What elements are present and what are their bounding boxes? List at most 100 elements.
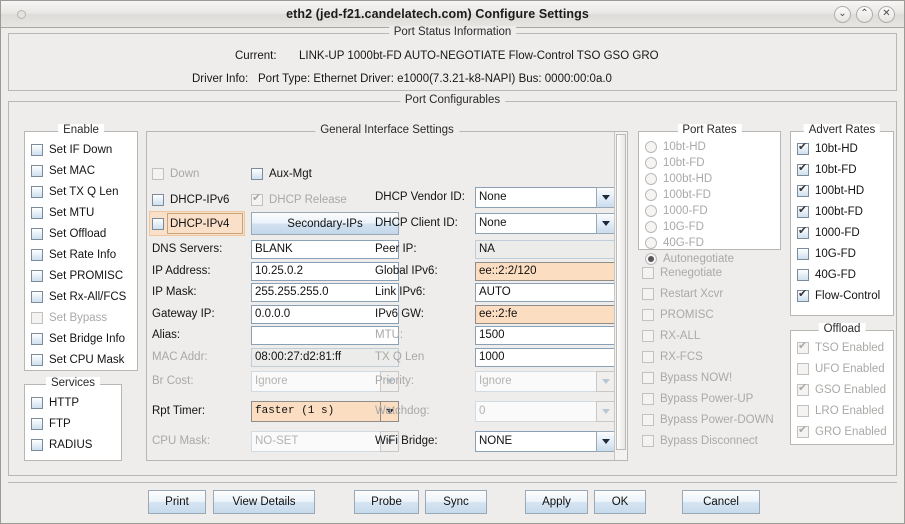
advert-item-100bt-fd[interactable]: 100bt-FD	[791, 201, 893, 222]
checkbox-icon[interactable]	[31, 269, 43, 282]
enable-item-set-promisc[interactable]: Set PROMISC	[25, 265, 137, 286]
port-rate-1000-fd[interactable]: 1000-FD	[639, 203, 780, 219]
gis-vertical-scrollbar[interactable]	[614, 132, 627, 460]
combo-value: 0	[475, 401, 596, 422]
checkbox-icon[interactable]	[797, 247, 809, 260]
checkbox-icon[interactable]	[31, 353, 43, 366]
checkbox-icon[interactable]	[797, 141, 809, 155]
combo-watchdog: 0	[475, 401, 614, 422]
window-titlebar: eth2 (jed-f21.candelatech.com) Configure…	[1, 1, 904, 28]
dhcp-release-checkbox[interactable]	[251, 192, 263, 206]
dhcp-ipv6-checkbox[interactable]	[152, 193, 164, 206]
advert-item-10bt-hd[interactable]: 10bt-HD	[791, 138, 893, 159]
advert-item-40g-fd[interactable]: 40G-FD	[791, 264, 893, 285]
checkbox-icon[interactable]	[797, 183, 809, 197]
ok-button[interactable]: OK	[594, 490, 646, 514]
chevron-down-icon[interactable]	[596, 187, 614, 208]
radio-icon[interactable]	[645, 173, 657, 185]
radio-icon[interactable]	[645, 237, 657, 249]
advert-item-flow-control[interactable]: Flow-Control	[791, 285, 893, 306]
cancel-button[interactable]: Cancel	[682, 490, 760, 514]
window-menu-button[interactable]	[1, 9, 41, 19]
aux-mgt-checkbox[interactable]	[251, 167, 263, 180]
input-tx-q-len[interactable]: 1000	[475, 347, 614, 367]
checkbox-icon[interactable]	[31, 143, 43, 156]
enable-item-set-rate-info[interactable]: Set Rate Info	[25, 244, 137, 265]
sync-button[interactable]: Sync	[425, 490, 487, 514]
enable-item-set-offload[interactable]: Set Offload	[25, 223, 137, 244]
combo-dhcp-client-id[interactable]: None	[475, 213, 614, 234]
checkbox-down[interactable]: Down	[152, 163, 199, 184]
checkbox-icon[interactable]	[31, 206, 43, 219]
input-ipv6-gw[interactable]: ee::2:fe	[475, 304, 614, 324]
print-button[interactable]: Print	[148, 490, 206, 514]
gis-scrollbar-thumb[interactable]	[616, 134, 626, 450]
port-rate-100bt-fd[interactable]: 100bt-FD	[639, 187, 780, 203]
combo-dhcp-vendor-id[interactable]: None	[475, 187, 614, 208]
checkbox-icon[interactable]	[31, 290, 43, 303]
enable-item-set-mac[interactable]: Set MAC	[25, 160, 137, 181]
enable-item-set-tx-q-len[interactable]: Set TX Q Len	[25, 181, 137, 202]
service-item-ftp[interactable]: FTP	[25, 413, 121, 434]
offload-item-lro-enabled: LRO Enabled	[791, 400, 893, 421]
checkbox-dhcp-ipv4[interactable]: DHCP-IPv4	[152, 213, 229, 234]
checkbox-icon[interactable]	[31, 417, 43, 430]
radio-icon[interactable]	[645, 141, 657, 153]
label-ip-address: IP Address:	[152, 264, 211, 277]
checkbox-icon[interactable]	[31, 185, 43, 198]
port-rates-group: Port Rates 10bt-HD 10bt-FD 100bt-HD 100bt-F…	[638, 124, 781, 265]
radio-icon[interactable]	[645, 205, 657, 217]
checkbox-icon[interactable]	[797, 288, 809, 302]
combo-wifi-bridge[interactable]: NONE	[475, 431, 614, 452]
advert-item-100bt-hd[interactable]: 100bt-HD	[791, 180, 893, 201]
label-wifi-bridge: WiFi Bridge:	[375, 435, 438, 447]
radio-icon[interactable]	[645, 157, 657, 169]
checkbox-icon[interactable]	[797, 268, 809, 281]
radio-icon[interactable]	[645, 189, 657, 201]
enable-item-set-mtu[interactable]: Set MTU	[25, 202, 137, 223]
apply-button[interactable]: Apply	[525, 490, 588, 514]
dhcp-ipv4-checkbox[interactable]	[152, 217, 164, 230]
probe-button[interactable]: Probe	[354, 490, 419, 514]
port-rate-100bt-hd[interactable]: 100bt-HD	[639, 171, 780, 187]
port-rate-10bt-fd[interactable]: 10bt-FD	[639, 155, 780, 171]
enable-item-set-bridge-info[interactable]: Set Bridge Info	[25, 328, 137, 349]
service-item-http[interactable]: HTTP	[25, 392, 121, 413]
chevron-down-icon[interactable]: ⌄	[834, 5, 851, 23]
checkbox-icon[interactable]	[31, 248, 43, 261]
checkbox-icon	[797, 382, 809, 396]
enable-item-set-rx-all-fcs[interactable]: Set Rx-All/FCS	[25, 286, 137, 307]
checkbox-icon[interactable]	[31, 164, 43, 177]
checkbox-icon[interactable]	[797, 162, 809, 176]
checkbox-label: Bypass Disconnect	[660, 434, 758, 447]
checkbox-label: GSO Enabled	[815, 383, 886, 396]
chevron-down-icon[interactable]	[596, 431, 614, 452]
view-details-button[interactable]: View Details	[213, 490, 315, 514]
close-icon[interactable]: ✕	[878, 5, 895, 23]
chevron-up-icon[interactable]: ⌃	[856, 5, 873, 23]
checkbox-dhcp-release[interactable]: DHCP Release	[251, 189, 347, 210]
port-rate-10g-fd[interactable]: 10G-FD	[639, 219, 780, 235]
checkbox-icon[interactable]	[31, 438, 43, 451]
checkbox-icon[interactable]	[797, 225, 809, 239]
service-item-radius[interactable]: RADIUS	[25, 434, 121, 455]
input-mtu[interactable]: 1500	[475, 326, 614, 345]
checkbox-icon[interactable]	[31, 332, 43, 345]
advert-item-1000-fd[interactable]: 1000-FD	[791, 222, 893, 243]
radio-icon[interactable]	[645, 221, 657, 233]
checkbox-aux-mgt[interactable]: Aux-Mgt	[251, 163, 312, 184]
advert-item-10bt-fd[interactable]: 10bt-FD	[791, 159, 893, 180]
checkbox-icon[interactable]	[797, 204, 809, 218]
advert-item-10g-fd[interactable]: 10G-FD	[791, 243, 893, 264]
checkbox-icon[interactable]	[31, 227, 43, 240]
checkbox-icon[interactable]	[31, 396, 43, 409]
input-link-ipv6[interactable]: AUTO	[475, 283, 614, 302]
port-rate-10bt-hd[interactable]: 10bt-HD	[639, 139, 780, 155]
enable-item-set-cpu-mask[interactable]: Set CPU Mask	[25, 349, 137, 370]
port-rate-40g-fd[interactable]: 40G-FD	[639, 235, 780, 251]
down-checkbox[interactable]	[152, 167, 164, 180]
chevron-down-icon[interactable]	[596, 213, 614, 234]
input-global-ipv6[interactable]: ee::2:2/120	[475, 261, 614, 281]
enable-item-set-if-down[interactable]: Set IF Down	[25, 139, 137, 160]
checkbox-dhcp-ipv6[interactable]: DHCP-IPv6	[152, 189, 229, 210]
